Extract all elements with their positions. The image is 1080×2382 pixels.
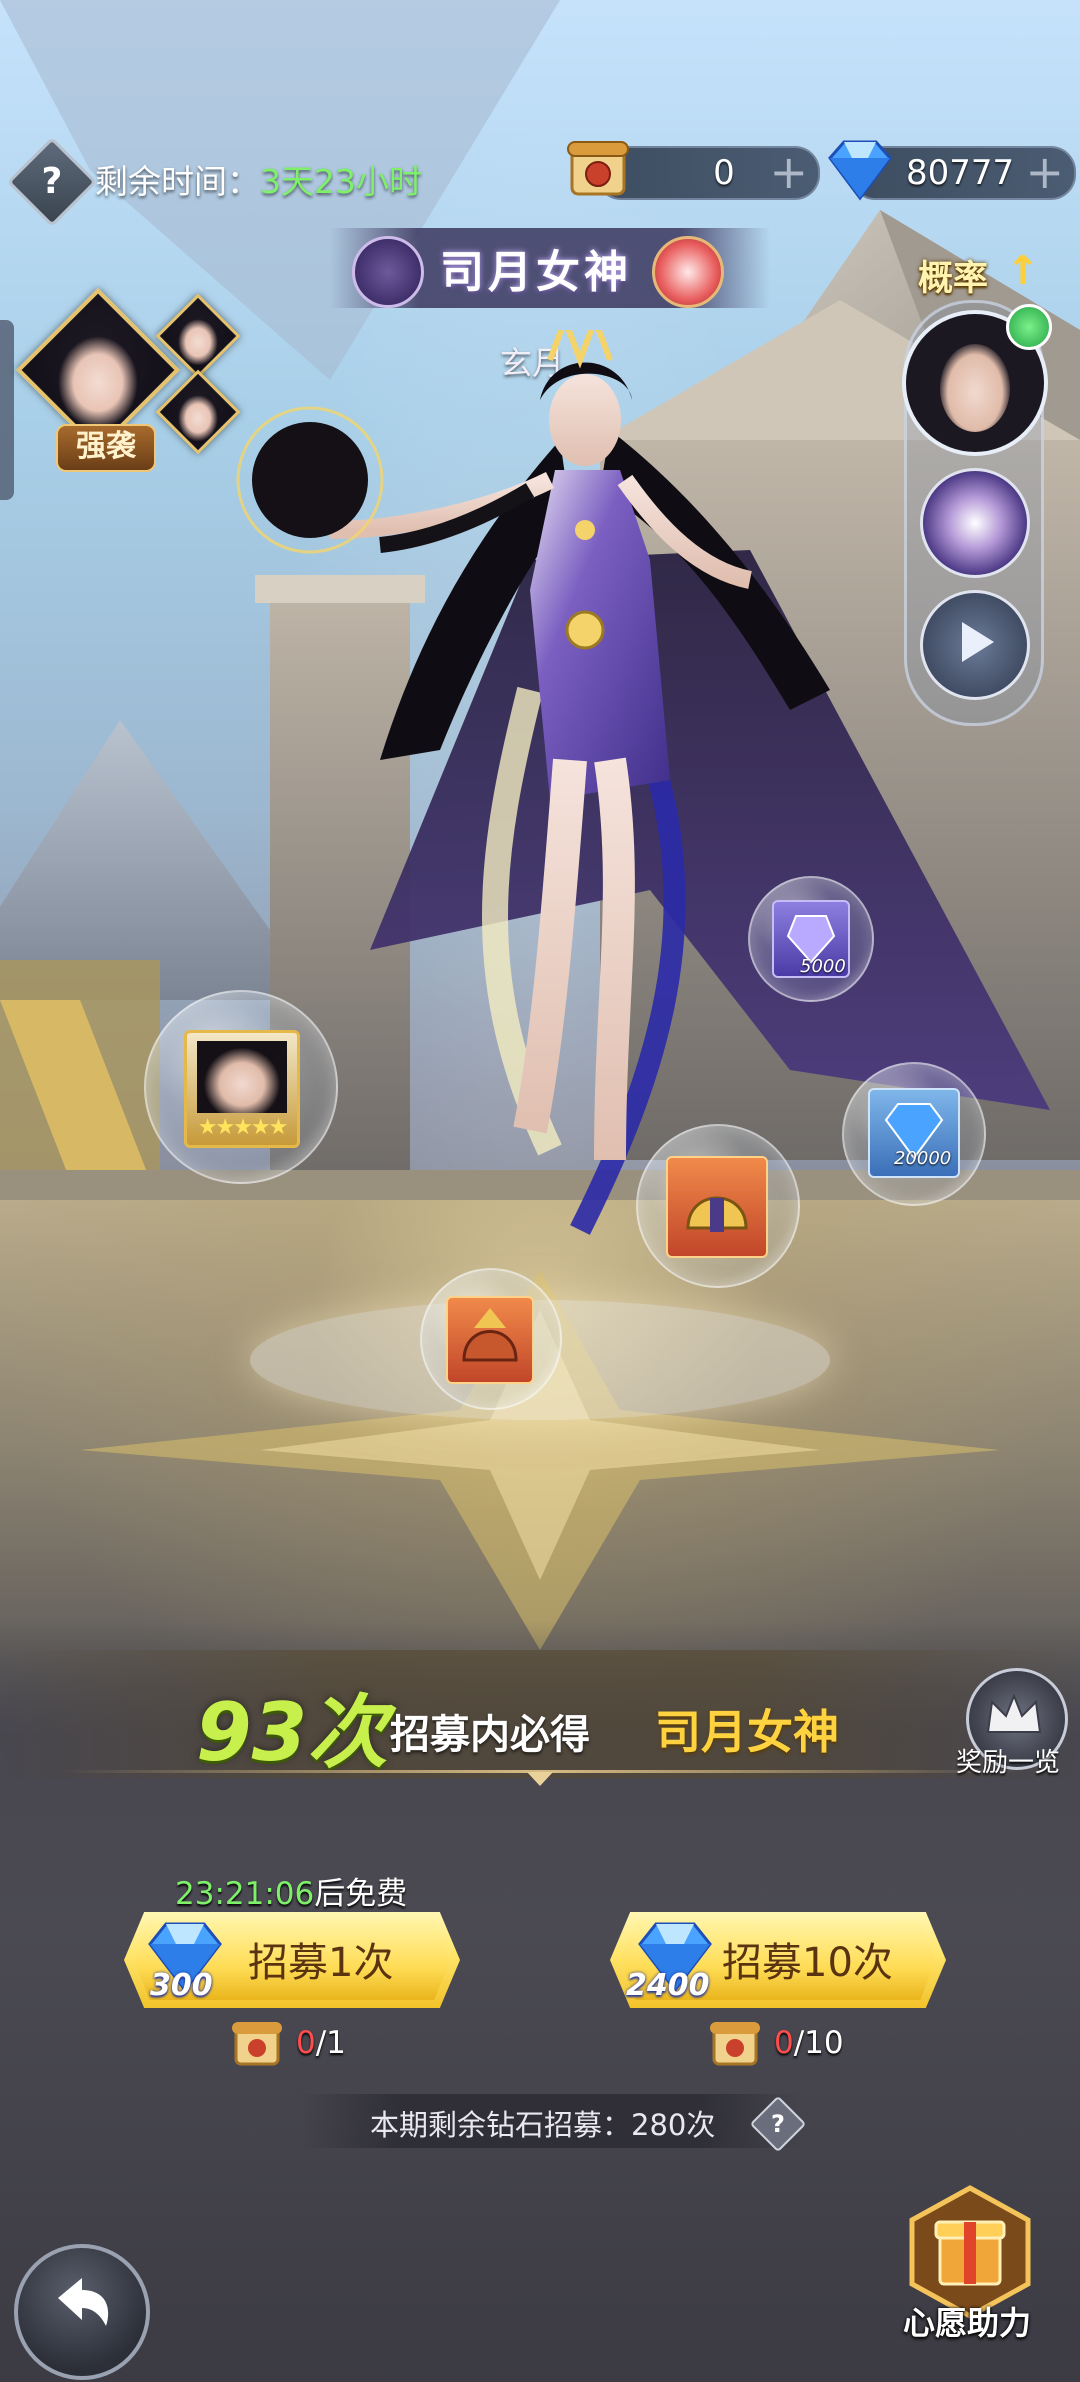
- guarantee-hero-name: 司月女神: [655, 1705, 839, 1759]
- probability-up-icon: ↑: [1006, 248, 1040, 294]
- recruit-ten-label: 招募10次: [722, 1940, 893, 1986]
- diamond-pack-amount: 20000: [894, 1148, 952, 1169]
- side-drawer-handle[interactable]: [0, 320, 14, 500]
- single-ticket-scroll-icon: [232, 2022, 282, 2066]
- back-arrow-icon: [58, 2278, 109, 2326]
- single-ticket-need: /1: [315, 2025, 346, 2061]
- free-timer-value: 23:21:06: [175, 1876, 315, 1912]
- divider-chevron-icon: [527, 1772, 553, 1786]
- golden-helmet-icon: [666, 1156, 768, 1258]
- ten-ticket-count: 0/10: [774, 2025, 844, 2061]
- back-button[interactable]: [14, 2244, 150, 2380]
- hero-title: 司月女神: [440, 247, 632, 298]
- diamond-icon: [828, 140, 892, 201]
- element-icon: [652, 236, 724, 308]
- remaining-time-value: 3天23小时: [260, 162, 422, 201]
- wish-assist-label: 心愿助力: [903, 2304, 1032, 2342]
- single-ticket-have: 0: [296, 2025, 316, 2061]
- ten-ticket-have: 0: [774, 2025, 794, 2061]
- guarantee-text: 招募内必得: [390, 1712, 590, 1758]
- star-rating: ★★★★★: [197, 1115, 289, 1140]
- recruit-once-label: 招募1次: [248, 1940, 394, 1986]
- add-scroll-button[interactable]: +: [769, 148, 808, 196]
- diamond-count: 80777: [906, 153, 1015, 193]
- raid-label: 强袭: [56, 424, 156, 472]
- faction-icon: [352, 236, 424, 308]
- free-timer-suffix: 后免费: [314, 1876, 408, 1912]
- free-recruit-timer: 23:21:06后免费: [175, 1868, 407, 1913]
- probability-button[interactable]: 概率: [918, 250, 988, 301]
- hero-card-icon: ★★★★★: [184, 1030, 300, 1148]
- guarantee-count: 93次: [196, 1686, 388, 1779]
- recruit-scroll-icon: [567, 141, 629, 196]
- recruit-ten-cost: 2400: [626, 1968, 710, 2003]
- reward-overview-label: 奖励一览: [956, 1748, 1061, 1778]
- add-diamond-button[interactable]: +: [1025, 148, 1064, 196]
- shard-amount: 5000: [800, 956, 846, 977]
- crimson-helmet-icon: [446, 1296, 534, 1384]
- recruit-once-cost: 300: [150, 1968, 213, 2003]
- remaining-recruit-text: 本期剩余钻石招募：280次: [370, 2108, 716, 2142]
- ten-ticket-need: /10: [793, 2025, 844, 2061]
- remaining-time: 剩余时间：3天23小时: [95, 155, 422, 203]
- single-ticket-count: 0/1: [296, 2025, 346, 2061]
- scroll-count: 0: [713, 153, 735, 193]
- ten-ticket-scroll-icon: [710, 2022, 760, 2066]
- recruit-screen: ? 剩余时间：3天23小时 0 + 80777 + 司月女神 玄月 强袭 概率 …: [0, 0, 1080, 2382]
- remaining-time-label: 剩余时间：: [95, 162, 260, 201]
